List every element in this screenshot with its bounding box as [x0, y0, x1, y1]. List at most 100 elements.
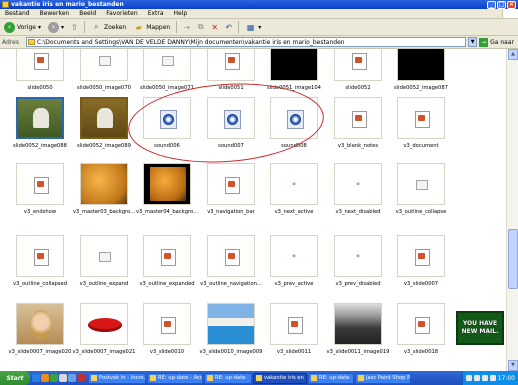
views-button[interactable]: ▦ ▾: [243, 20, 263, 34]
move-to-icon[interactable]: ⇢: [181, 22, 192, 33]
file-item[interactable]: slide0051: [199, 49, 263, 101]
menu-beeld[interactable]: Beeld: [74, 10, 101, 17]
scroll-up-button[interactable]: ▲: [508, 49, 518, 60]
chevron-down-icon[interactable]: ▾: [61, 24, 64, 31]
tray-icon[interactable]: [465, 375, 472, 381]
file-item[interactable]: sound007: [199, 97, 263, 159]
file-item[interactable]: v3_outline_collapsed: [8, 235, 72, 297]
file-item[interactable]: v3_master04_backgro...: [135, 163, 199, 225]
file-thumbnail: [270, 303, 318, 345]
menu-bewerken[interactable]: Bewerken: [35, 10, 75, 17]
maximize-button[interactable]: □: [497, 0, 506, 9]
tray-icon[interactable]: [481, 375, 488, 381]
folders-button[interactable]: ▰ Mappen: [131, 20, 172, 34]
close-button[interactable]: ×: [507, 0, 516, 9]
toolbar: ‹ Vorige ▾ › ▾ ⇧ ⌕ Zoeken ▰ Mappen ⇢ ⧉ ✕…: [0, 19, 518, 36]
file-item[interactable]: v3_outline_collapse: [389, 163, 453, 225]
file-thumbnail: [16, 97, 64, 139]
folders-icon: ▰: [135, 22, 142, 32]
file-item[interactable]: v3_endshow: [8, 163, 72, 225]
tray-icon[interactable]: [489, 375, 496, 381]
go-button[interactable]: → Ga naar: [479, 37, 518, 47]
copy-to-icon[interactable]: ⧉: [195, 22, 206, 33]
file-item[interactable]: sound006: [135, 97, 199, 159]
file-name: slide0050_image071: [140, 85, 194, 91]
file-name: v3_endshow: [23, 209, 57, 215]
chevron-down-icon[interactable]: ▾: [38, 24, 41, 31]
menu-extra[interactable]: Extra: [143, 10, 169, 17]
file-item[interactable]: v3_outline_expanded: [135, 235, 199, 297]
file-item[interactable]: » v3_next_active: [262, 163, 326, 225]
toolbar-divider: [176, 21, 178, 33]
forward-button[interactable]: › ▾: [46, 20, 66, 34]
file-name: slide0052_image087: [394, 85, 448, 91]
taskbar-button[interactable]: Jasc Paint Shop Pr...: [355, 372, 411, 384]
address-input[interactable]: C:\Documents and Settings\VAN DE VELDE D…: [26, 37, 467, 47]
taskbar-button[interactable]: RE: up-date: [308, 372, 354, 384]
mail-icon[interactable]: [59, 374, 67, 382]
file-item[interactable]: v3_outline_expand: [72, 235, 136, 297]
you-have-new-mail-banner[interactable]: YOU HAVE NEW MAIL.: [456, 311, 504, 345]
file-item[interactable]: v3_slide0011: [262, 303, 326, 365]
taskbar-button[interactable]: Postvak In - Incre...: [88, 372, 146, 384]
file-item[interactable]: slide0050_image071: [135, 49, 199, 101]
file-item[interactable]: slide0050: [8, 49, 72, 101]
file-item[interactable]: slide0050_image070: [72, 49, 136, 101]
file-item[interactable]: v3_master03_backgro...: [72, 163, 136, 225]
chevron-down-icon[interactable]: ▾: [258, 24, 261, 31]
file-item[interactable]: » v3_next_disabled: [326, 163, 390, 225]
app-icon[interactable]: [77, 374, 85, 382]
up-folder-button[interactable]: ⇧: [69, 22, 80, 33]
menu-favorieten[interactable]: Favorieten: [101, 10, 142, 17]
start-button[interactable]: Start: [0, 371, 30, 385]
file-item[interactable]: slide0051_image104: [262, 49, 326, 101]
file-thumbnail: [334, 303, 382, 345]
minimize-button[interactable]: _: [487, 0, 496, 9]
desktop-icon[interactable]: [68, 374, 76, 382]
file-item[interactable]: v3_document: [389, 97, 453, 159]
menu-bestand[interactable]: Bestand: [0, 10, 35, 17]
file-item[interactable]: v3_outline_navigation...: [199, 235, 263, 297]
menu-help[interactable]: Help: [169, 10, 193, 17]
file-view[interactable]: slide0050 slide0050_image070 slide0050_ima…: [0, 49, 506, 371]
file-item[interactable]: v3_slide0011_image019: [326, 303, 390, 365]
address-bar: Adres C:\Documents and Settings\VAN DE V…: [0, 36, 518, 49]
file-name: v3_outline_expand: [79, 281, 129, 287]
scroll-down-button[interactable]: ▼: [508, 360, 518, 371]
file-item[interactable]: slide0052_image088: [8, 97, 72, 159]
file-item[interactable]: v3_slide0010_image009: [199, 303, 263, 365]
file-item[interactable]: v3_slide0007_image021: [72, 303, 136, 365]
delete-icon[interactable]: ✕: [209, 22, 220, 33]
file-item[interactable]: v3_slide0007_image020: [8, 303, 72, 365]
search-button[interactable]: ⌕ Zoeken: [89, 20, 128, 34]
file-item[interactable]: v3_slide0018: [389, 303, 453, 365]
app-icon: [311, 375, 317, 381]
file-item[interactable]: slide0052: [326, 49, 390, 101]
toolbar-divider: [83, 21, 85, 33]
taskbar: Start Postvak In - Incre... RE: up-date -…: [0, 371, 518, 385]
file-item[interactable]: slide0052_image087: [389, 49, 453, 101]
back-button[interactable]: ‹ Vorige ▾: [2, 20, 43, 34]
taskbar-button[interactable]: RE: up-date - Acc...: [147, 372, 203, 384]
file-item[interactable]: v3_slide0010: [135, 303, 199, 365]
messenger-icon[interactable]: [50, 374, 58, 382]
scroll-thumb[interactable]: [508, 229, 518, 289]
task-buttons: Postvak In - Incre... RE: up-date - Acc..…: [87, 372, 411, 384]
file-item[interactable]: « v3_prev_disabled: [326, 235, 390, 297]
vertical-scrollbar[interactable]: ▲ ▼: [506, 49, 518, 371]
file-name: v3_next_active: [274, 209, 314, 215]
file-item[interactable]: v3_slide0007: [389, 235, 453, 297]
file-item[interactable]: « v3_prev_active: [262, 235, 326, 297]
file-name: slide0050_image070: [77, 85, 131, 91]
file-item[interactable]: v3_blank_notes: [326, 97, 390, 159]
tray-icon[interactable]: [473, 375, 480, 381]
file-item[interactable]: v3_navigation_bar: [199, 163, 263, 225]
taskbar-button[interactable]: vakantie iris en ...: [253, 372, 307, 384]
file-item[interactable]: slide0052_image089: [72, 97, 136, 159]
browser-icon[interactable]: [32, 374, 40, 382]
address-dropdown-button[interactable]: ▼: [468, 37, 478, 47]
undo-icon[interactable]: ↶: [223, 22, 234, 33]
taskbar-button[interactable]: RE: up-date: [204, 372, 252, 384]
file-item[interactable]: sound008: [262, 97, 326, 159]
media-player-icon[interactable]: [41, 374, 49, 382]
